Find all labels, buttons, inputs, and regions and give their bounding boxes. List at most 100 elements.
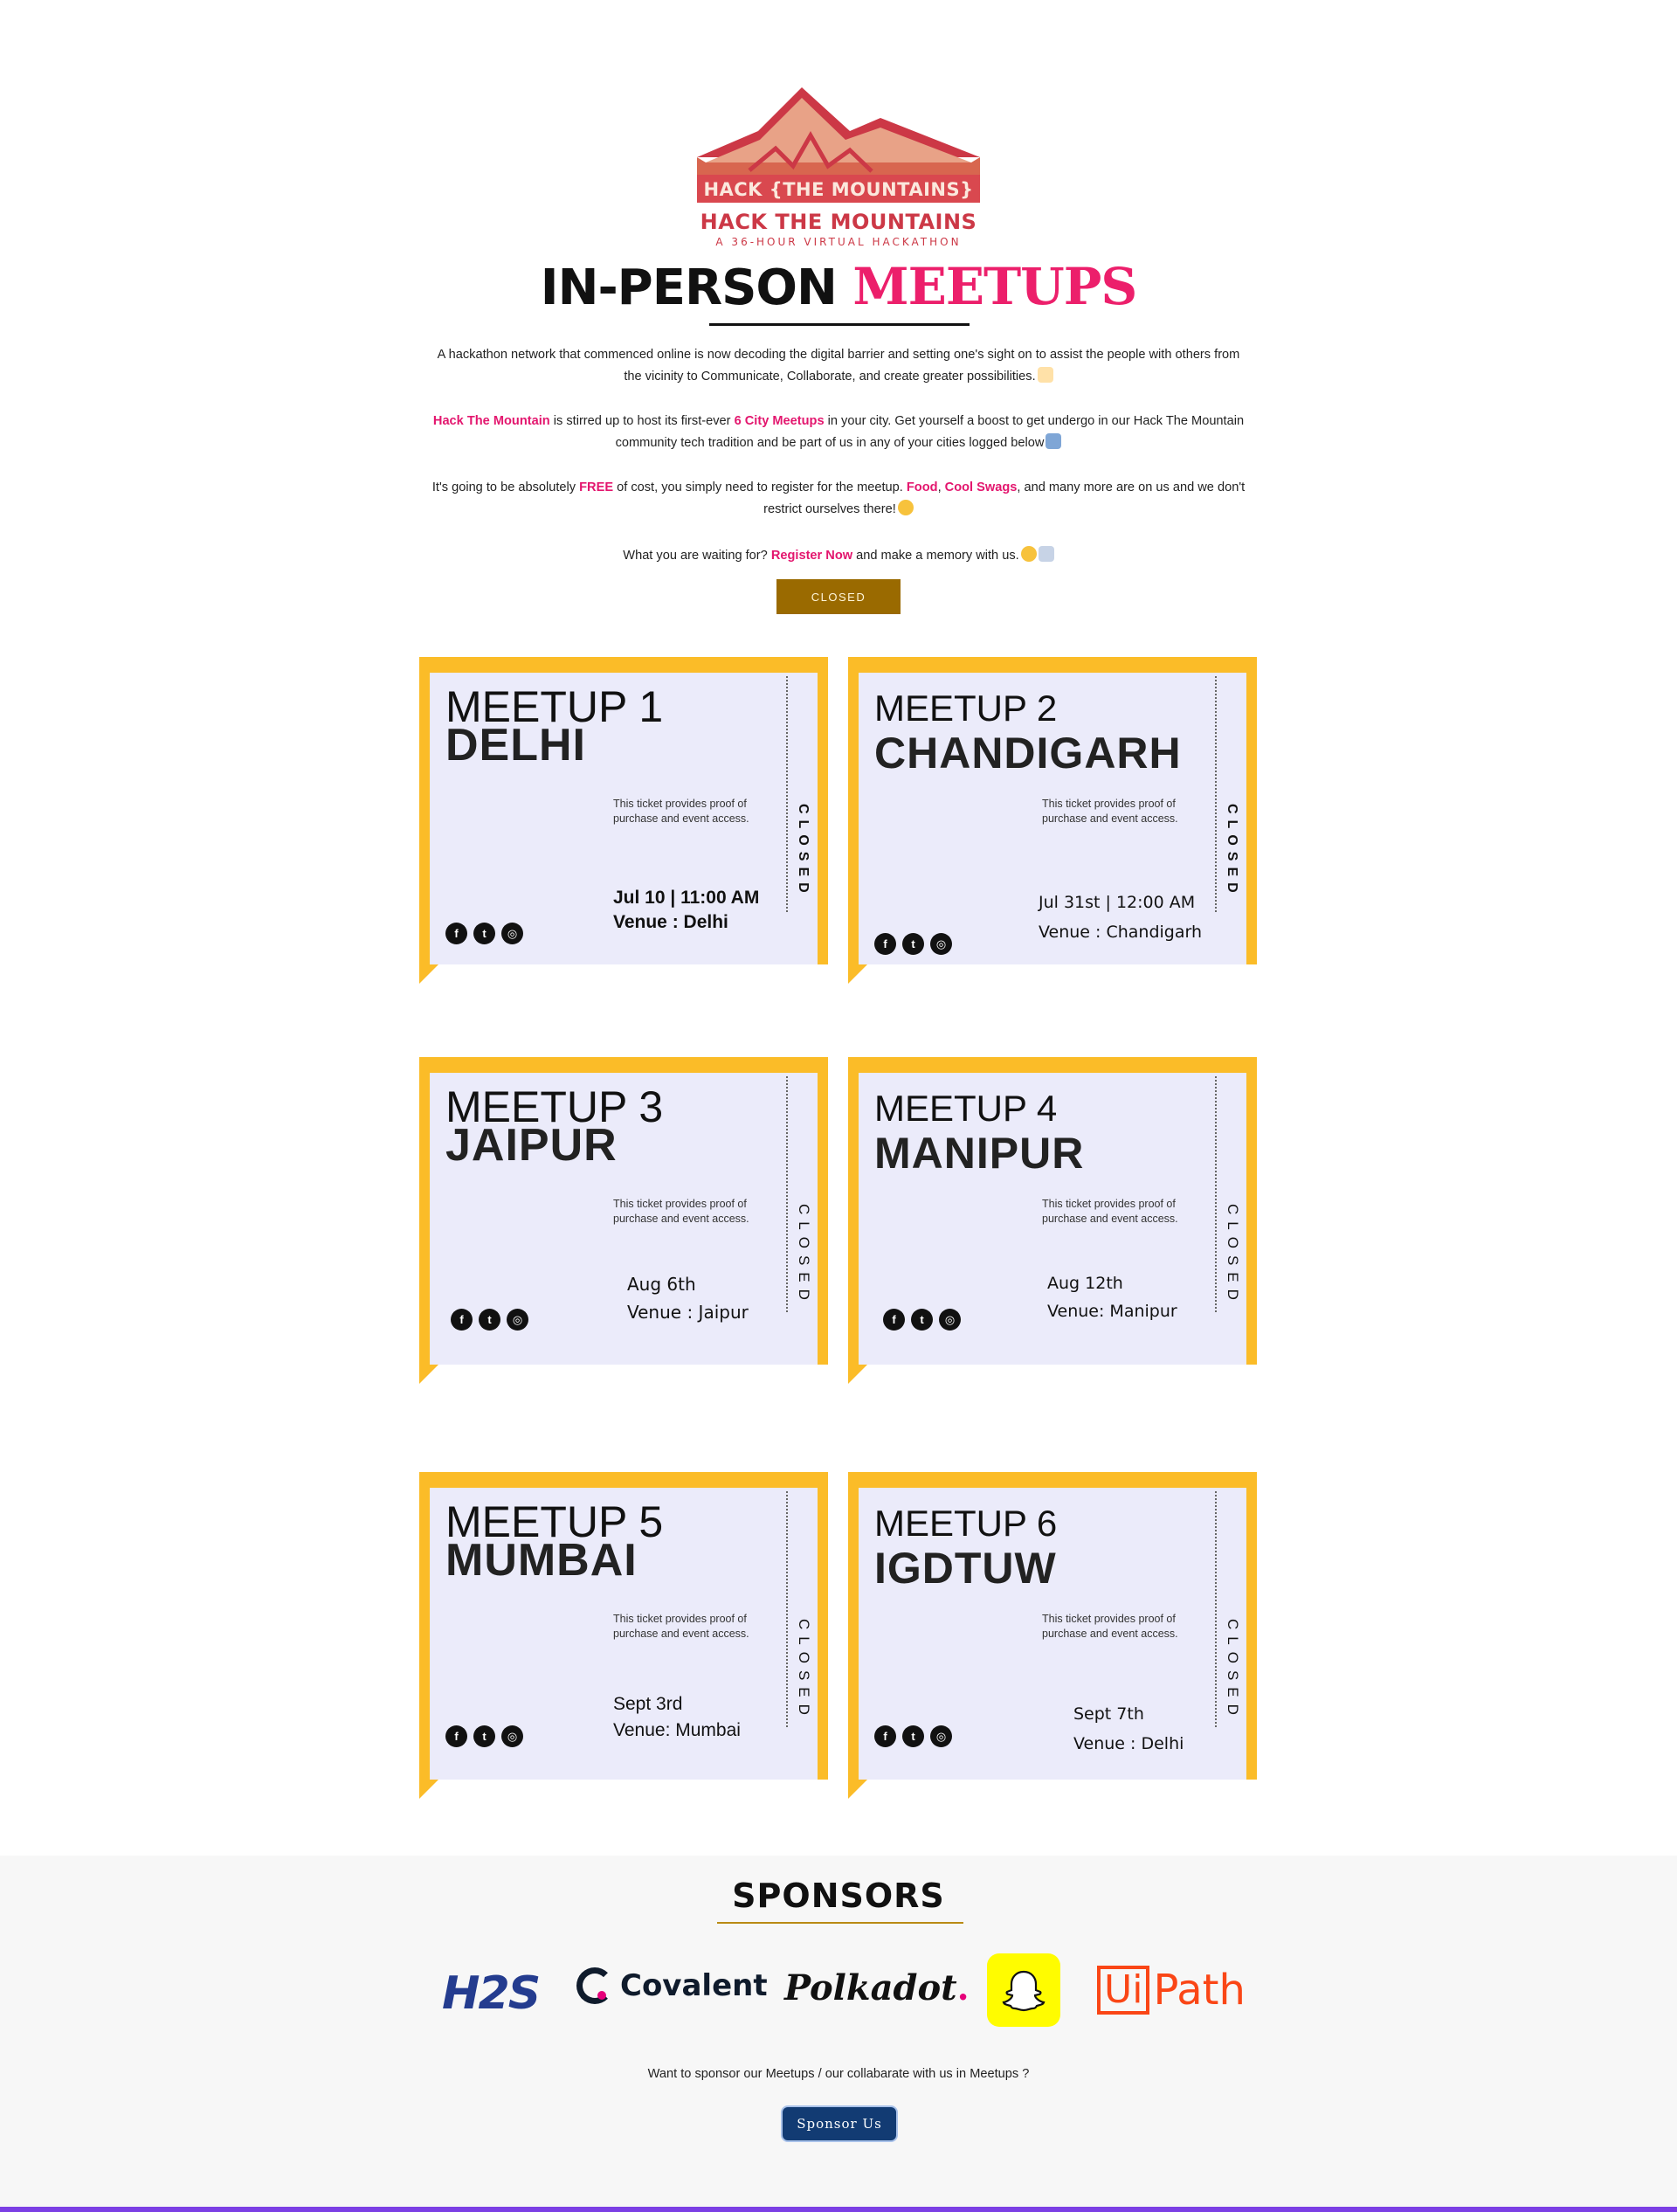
- ticket-status: CLOSED: [796, 1204, 812, 1307]
- sponsor-logo-uipath[interactable]: Ui Path: [1097, 1966, 1246, 2015]
- ticket-meetup-3: MEETUP 3 JAIPUR This ticket provides pro…: [419, 1057, 830, 1389]
- sponsor-us-button[interactable]: Sponsor Us: [781, 2105, 898, 2142]
- footer-accent-bar: [0, 2207, 1677, 2212]
- ticket-date: Aug 12th: [1047, 1274, 1123, 1293]
- intro-text: ,: [937, 480, 945, 494]
- polkadot-dot-icon: .: [956, 1967, 970, 2008]
- social-links: f t ◎: [874, 1725, 952, 1747]
- social-links: f t ◎: [445, 1725, 523, 1747]
- facebook-icon[interactable]: f: [874, 933, 896, 955]
- ticket-perforation: [1215, 676, 1217, 912]
- instagram-icon[interactable]: ◎: [930, 933, 952, 955]
- ticket-card: MEETUP 3 JAIPUR This ticket provides pro…: [430, 1073, 818, 1365]
- facebook-icon[interactable]: f: [874, 1725, 896, 1747]
- ticket-venue: Venue : Delhi: [613, 912, 728, 932]
- twitter-icon[interactable]: t: [902, 1725, 924, 1747]
- party-emoji-icon: [1020, 546, 1037, 562]
- facebook-icon[interactable]: f: [883, 1309, 905, 1331]
- ticket-venue: Venue : Chandigarh: [1039, 923, 1203, 942]
- ticket-card: MEETUP 2 CHANDIGARH This ticket provides…: [859, 673, 1246, 964]
- ticket-note: This ticket provides proof of purchase a…: [613, 798, 749, 825]
- intro-text: What you are waiting for?: [623, 549, 771, 563]
- ticket-city: IGDTUW: [874, 1544, 1057, 1593]
- polkadot-wordmark: Polkadot: [784, 1967, 957, 2008]
- ticket-status: CLOSED: [1225, 804, 1239, 899]
- logo-badge-text: HACK {THE MOUNTAINS}: [703, 179, 974, 200]
- ticket-meetup-6: MEETUP 6 IGDTUW This ticket provides pro…: [848, 1472, 1259, 1804]
- ticket-date: Aug 6th: [627, 1274, 696, 1295]
- social-links: f t ◎: [883, 1309, 961, 1331]
- twitter-icon[interactable]: t: [479, 1309, 500, 1331]
- page-title-part2: MEETUPS: [852, 257, 1137, 316]
- ticket-note: This ticket provides proof of purchase a…: [1042, 1613, 1178, 1640]
- ticket-perforation: [786, 676, 788, 912]
- twitter-icon[interactable]: t: [473, 1725, 495, 1747]
- ticket-status: CLOSED: [1225, 1619, 1241, 1722]
- registration-closed-button[interactable]: CLOSED: [776, 579, 901, 614]
- register-now-link[interactable]: Register Now: [771, 549, 852, 563]
- ticket-title: MEETUP 6: [874, 1503, 1058, 1544]
- hack-the-mountains-logo: HACK {THE MOUNTAINS} HACK THE MOUNTAINS …: [690, 87, 987, 253]
- ticket-title: MEETUP 2: [874, 688, 1058, 729]
- logo-name: HACK THE MOUNTAINS: [700, 210, 977, 234]
- intro-paragraph-4: What you are waiting for? Register Now a…: [428, 545, 1249, 567]
- ticket-perforation: [1215, 1076, 1217, 1312]
- ticket-venue: Venue: Mumbai: [613, 1720, 741, 1740]
- snapchat-ghost-icon: [1002, 1970, 1046, 2012]
- intro-paragraph-2: Hack The Mountain is stirred up to host …: [428, 411, 1249, 454]
- social-links: f t ◎: [451, 1309, 528, 1331]
- covalent-wordmark: Covalent: [620, 1968, 768, 2003]
- covalent-mark-icon: [576, 1967, 613, 2004]
- ticket-perforation: [1215, 1491, 1217, 1727]
- ticket-date: Sept 3rd: [613, 1694, 683, 1714]
- instagram-icon[interactable]: ◎: [930, 1725, 952, 1747]
- intro-highlight: 6 City Meetups: [734, 414, 825, 428]
- sponsor-logo-polkadot[interactable]: Polkadot.: [784, 1967, 970, 2008]
- facebook-icon[interactable]: f: [445, 1725, 467, 1747]
- ticket-perforation: [786, 1491, 788, 1727]
- sparkle-emoji-icon: [1037, 367, 1053, 383]
- uipath-wordmark: Path: [1153, 1966, 1246, 2015]
- intro-highlight: Food: [906, 480, 938, 494]
- ticket-city: MANIPUR: [874, 1129, 1085, 1178]
- facebook-icon[interactable]: f: [451, 1309, 473, 1331]
- ticket-card: MEETUP 1 DELHI This ticket provides proo…: [430, 673, 818, 964]
- ticket-card: MEETUP 5 MUMBAI This ticket provides pro…: [430, 1488, 818, 1780]
- intro-paragraph-3: It's going to be absolutely FREE of cost…: [428, 477, 1249, 521]
- ticket-date: Jul 10 | 11:00 AM: [613, 888, 760, 908]
- rocket-emoji-icon: [1038, 546, 1054, 562]
- ticket-venue: Venue : Delhi: [1073, 1734, 1184, 1753]
- sponsor-logo-snapchat[interactable]: [987, 1953, 1060, 2027]
- facebook-icon[interactable]: f: [445, 923, 467, 944]
- instagram-icon[interactable]: ◎: [939, 1309, 961, 1331]
- ticket-meetup-2: MEETUP 2 CHANDIGARH This ticket provides…: [848, 657, 1259, 989]
- twitter-icon[interactable]: t: [902, 933, 924, 955]
- uipath-box-text: Ui: [1097, 1966, 1150, 2015]
- sponsor-logo-h2s[interactable]: H2S: [442, 1967, 541, 2020]
- ticket-note: This ticket provides proof of purchase a…: [613, 1198, 749, 1225]
- intro-text: is stirred up to host its first-ever: [549, 414, 735, 428]
- twitter-icon[interactable]: t: [911, 1309, 933, 1331]
- ticket-tail: [419, 1780, 438, 1799]
- social-links: f t ◎: [874, 933, 952, 955]
- down-arrow-emoji-icon: [1046, 433, 1062, 449]
- ticket-city: MUMBAI: [445, 1535, 638, 1586]
- ticket-meetup-4: MEETUP 4 MANIPUR This ticket provides pr…: [848, 1057, 1259, 1389]
- instagram-icon[interactable]: ◎: [501, 923, 523, 944]
- sponsor-logo-covalent[interactable]: Covalent: [576, 1967, 768, 2004]
- twitter-icon[interactable]: t: [473, 923, 495, 944]
- ticket-note: This ticket provides proof of purchase a…: [1042, 798, 1178, 825]
- ticket-tail: [419, 964, 438, 984]
- ticket-perforation: [786, 1076, 788, 1312]
- ticket-city: JAIPUR: [445, 1120, 618, 1171]
- instagram-icon[interactable]: ◎: [501, 1725, 523, 1747]
- ticket-city: CHANDIGARH: [874, 729, 1182, 778]
- ticket-title: MEETUP 4: [874, 1088, 1058, 1129]
- intro-highlight: Cool Swags: [944, 480, 1018, 494]
- ticket-status: CLOSED: [796, 804, 811, 899]
- ticket-meetup-5: MEETUP 5 MUMBAI This ticket provides pro…: [419, 1472, 830, 1804]
- ticket-tail: [419, 1365, 438, 1384]
- instagram-icon[interactable]: ◎: [507, 1309, 528, 1331]
- page-title: IN-PERSON MEETUPS: [0, 257, 1677, 316]
- ticket-tail: [848, 1780, 867, 1799]
